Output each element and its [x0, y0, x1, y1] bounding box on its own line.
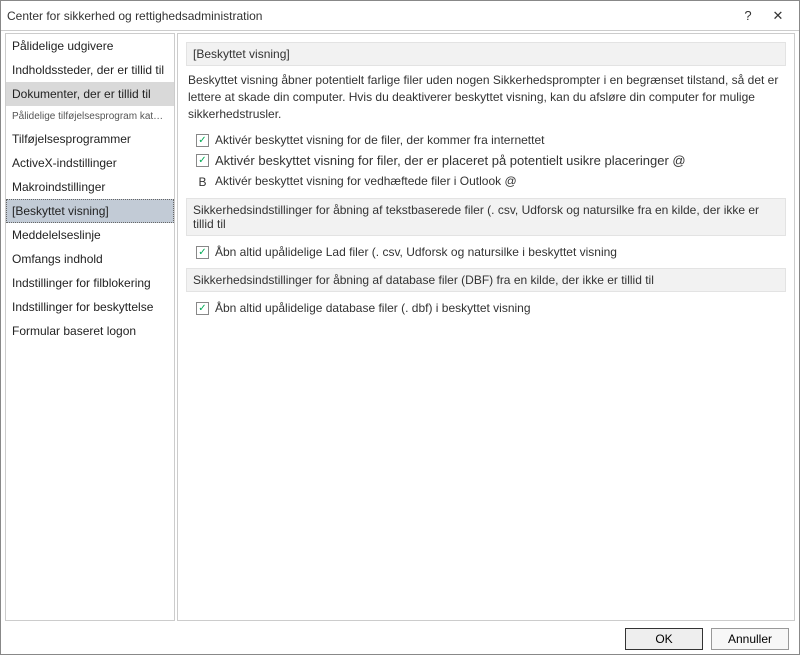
- sidebar-item-trusted-addin-catalogs[interactable]: Pålidelige tilføjelsesprogram kataloger: [6, 106, 174, 127]
- close-icon[interactable]: ✕: [763, 2, 793, 30]
- sidebar-item-trusted-locations[interactable]: Indholdssteder, der er tillid til: [6, 58, 174, 82]
- option-label: Åbn altid upålidelige database filer (. …: [215, 301, 531, 315]
- help-icon[interactable]: ?: [733, 2, 763, 30]
- titlebar: Center for sikkerhed og rettighedsadmini…: [1, 1, 799, 31]
- protected-view-description: Beskyttet visning åbner potentielt farli…: [188, 72, 784, 122]
- sidebar-item-macro-settings[interactable]: Makroindstillinger: [6, 175, 174, 199]
- footer: OK Annuller: [1, 623, 799, 655]
- option-label: Åbn altid upålidelige Lad filer (. csv, …: [215, 245, 617, 259]
- option-label: Aktivér beskyttet visning for de filer, …: [215, 133, 544, 147]
- sidebar: Pålidelige udgivere Indholdssteder, der …: [5, 33, 175, 621]
- content-panel: [Beskyttet visning] Beskyttet visning åb…: [177, 33, 795, 621]
- sidebar-item-external-content[interactable]: Omfangs indhold: [6, 247, 174, 271]
- checkbox-icon[interactable]: [196, 134, 209, 147]
- sidebar-item-file-block-settings[interactable]: Indstillinger for filblokering: [6, 271, 174, 295]
- sidebar-item-form-based-signin[interactable]: Formular baseret logon: [6, 319, 174, 343]
- option-open-untrusted-dbf-pv[interactable]: Åbn altid upålidelige database filer (. …: [186, 298, 786, 318]
- sidebar-item-privacy-options[interactable]: Indstillinger for beskyttelse: [6, 295, 174, 319]
- option-open-untrusted-text-files-pv[interactable]: Åbn altid upålidelige Lad filer (. csv, …: [186, 242, 786, 262]
- checkbox-icon[interactable]: [196, 246, 209, 259]
- ok-button[interactable]: OK: [625, 628, 703, 650]
- checkbox-icon[interactable]: [196, 154, 209, 167]
- option-enable-pv-outlook-attachments[interactable]: B Aktivér beskyttet visning for vedhæfte…: [186, 171, 786, 192]
- section-header-protected-view: [Beskyttet visning]: [186, 42, 786, 66]
- option-enable-pv-unsafe-locations[interactable]: Aktivér beskyttet visning for filer, der…: [186, 150, 786, 171]
- window-title: Center for sikkerhed og rettighedsadmini…: [7, 9, 262, 23]
- section-header-text-files: Sikkerhedsindstillinger for åbning af te…: [186, 198, 786, 236]
- cancel-button[interactable]: Annuller: [711, 628, 789, 650]
- sidebar-item-protected-view[interactable]: [Beskyttet visning]: [6, 199, 174, 223]
- sidebar-item-trusted-publishers[interactable]: Pålidelige udgivere: [6, 34, 174, 58]
- sidebar-item-trusted-documents[interactable]: Dokumenter, der er tillid til: [6, 82, 174, 106]
- section-header-dbf-files: Sikkerhedsindstillinger for åbning af da…: [186, 268, 786, 292]
- option-label: Aktivér beskyttet visning for filer, der…: [215, 153, 686, 168]
- option-label: Aktivér beskyttet visning for vedhæftede…: [215, 174, 517, 188]
- option-enable-pv-internet[interactable]: Aktivér beskyttet visning for de filer, …: [186, 130, 786, 150]
- sidebar-item-message-bar[interactable]: Meddelelseslinje: [6, 223, 174, 247]
- checkbox-icon[interactable]: [196, 302, 209, 315]
- sidebar-item-activex-settings[interactable]: ActiveX-indstillinger: [6, 151, 174, 175]
- sidebar-item-addins[interactable]: Tilføjelsesprogrammer: [6, 127, 174, 151]
- bullet-icon: B: [196, 175, 209, 189]
